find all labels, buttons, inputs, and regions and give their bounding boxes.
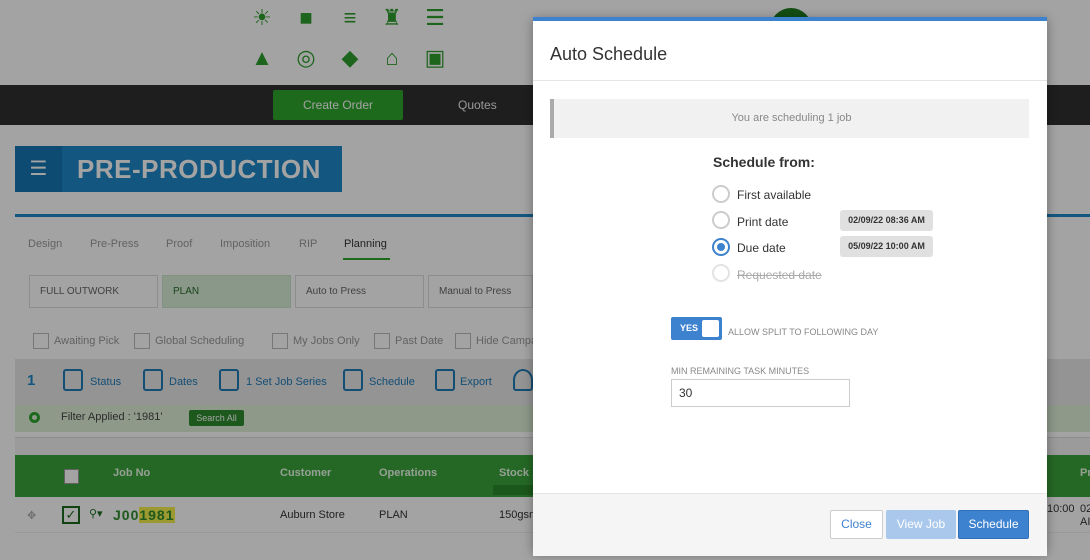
dialog-title: Auto Schedule: [550, 44, 668, 64]
divider: [533, 80, 1047, 81]
print-date-radio[interactable]: [712, 211, 730, 229]
min-task-minutes-label: MIN REMAINING TASK MINUTES: [671, 366, 810, 376]
schedule-from-heading: Schedule from:: [713, 154, 815, 170]
print-date-value: 02/09/22 08:36 AM: [840, 210, 933, 231]
view-job-button[interactable]: View Job: [886, 510, 956, 539]
first-available-radio[interactable]: [712, 185, 730, 203]
first-available-label[interactable]: First available: [737, 188, 811, 202]
requested-date-label: Requested date: [737, 268, 822, 282]
auto-schedule-dialog: Auto Schedule You are scheduling 1 job S…: [533, 17, 1047, 556]
print-date-label[interactable]: Print date: [737, 215, 788, 229]
allow-split-toggle[interactable]: YES: [671, 317, 722, 340]
min-task-minutes-input[interactable]: 30: [671, 379, 850, 407]
allow-split-label: ALLOW SPLIT TO FOLLOWING DAY: [728, 327, 879, 337]
requested-date-radio: [712, 264, 730, 282]
due-date-label[interactable]: Due date: [737, 241, 786, 255]
close-button[interactable]: Close: [830, 510, 883, 539]
schedule-button[interactable]: Schedule: [958, 510, 1029, 539]
due-date-value: 05/09/22 10:00 AM: [840, 236, 933, 257]
scheduling-info: You are scheduling 1 job: [550, 99, 1029, 138]
due-date-radio[interactable]: [712, 238, 730, 256]
toggle-state: YES: [680, 323, 699, 333]
toggle-knob: [702, 320, 719, 337]
